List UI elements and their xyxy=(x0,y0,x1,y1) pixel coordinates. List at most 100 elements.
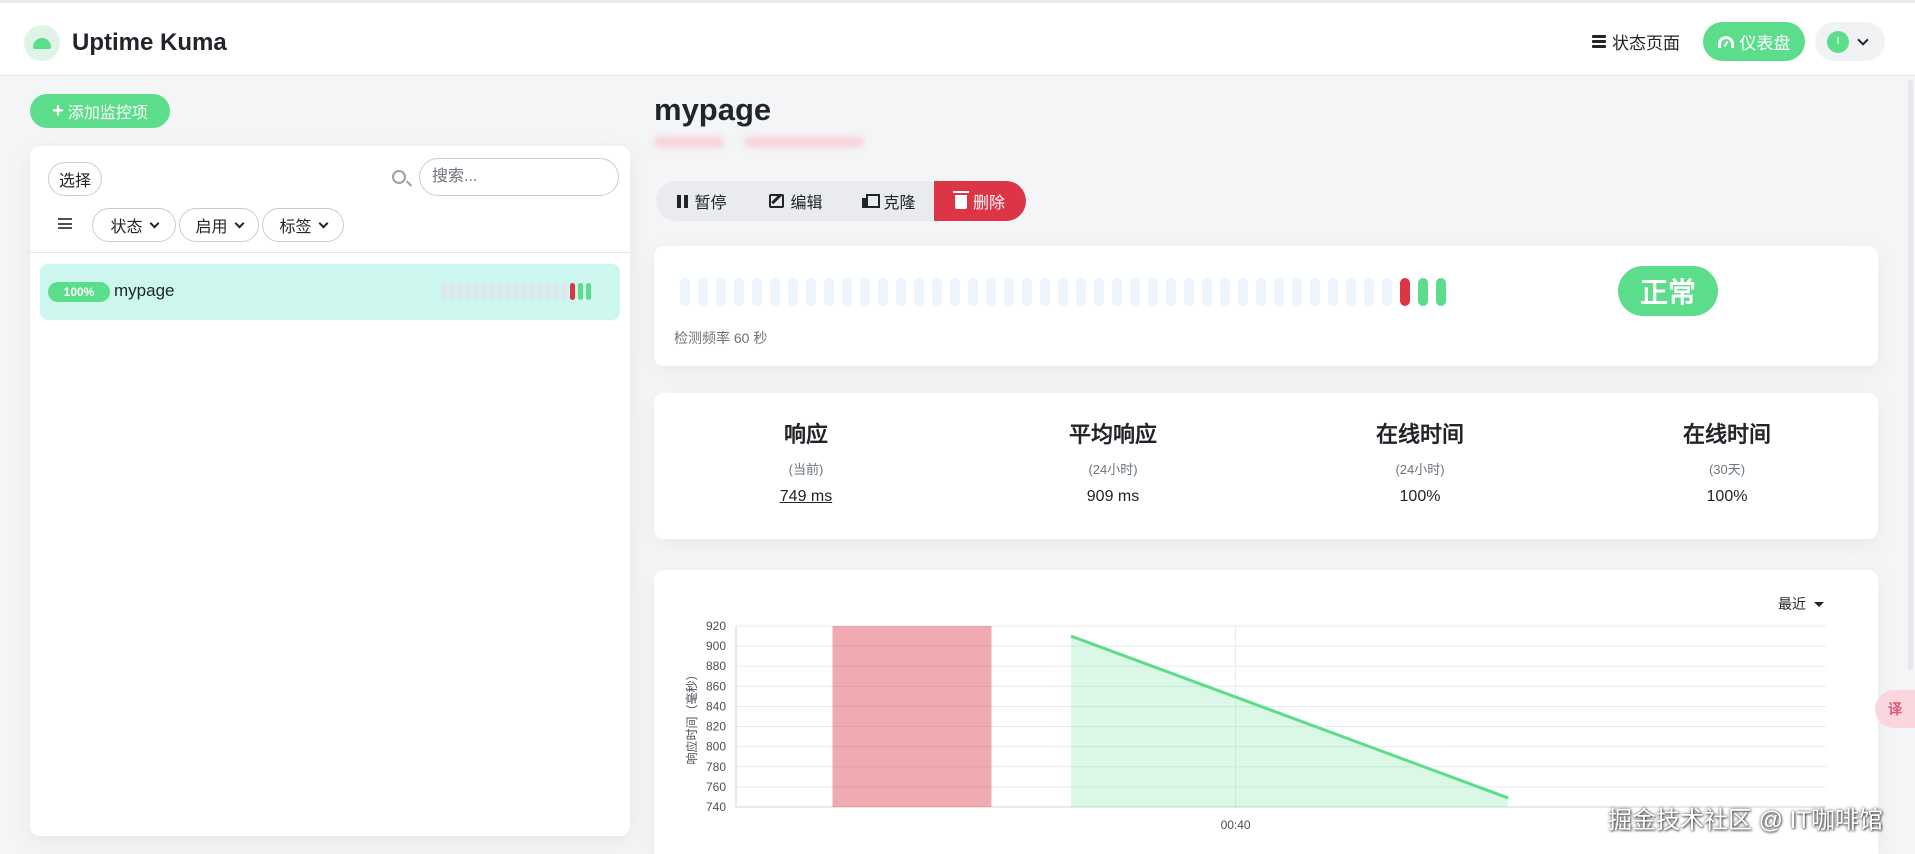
beat-empty xyxy=(546,283,551,300)
filter-active-dropdown[interactable]: 启用 xyxy=(179,208,259,242)
stats-card: 响应 (当前) 749 ms 平均响应 (24小时) 909 ms 在线时间 (… xyxy=(654,393,1878,539)
list-icon xyxy=(1592,35,1606,48)
scrollbar[interactable] xyxy=(1908,80,1913,670)
beat-empty xyxy=(1130,278,1140,306)
beat-empty xyxy=(698,278,708,306)
filter-status-dropdown[interactable]: 状态 xyxy=(92,208,176,242)
beat-empty xyxy=(1364,278,1374,306)
monitor-list-item[interactable]: 100% mypage xyxy=(40,264,620,320)
beat-empty xyxy=(482,283,487,300)
gauge-icon xyxy=(1717,35,1734,48)
beat-up xyxy=(1418,278,1428,306)
beat-empty xyxy=(932,278,942,306)
monitor-action-bar: 暂停 编辑 克隆 删除 xyxy=(656,181,1026,221)
beat-empty xyxy=(554,283,559,300)
stat-value: 909 ms xyxy=(1086,488,1140,505)
beat-empty xyxy=(1220,278,1230,306)
filter-status-label: 状态 xyxy=(110,219,143,236)
stat-uptime-30d: 在线时间 (30天) 100% xyxy=(1617,417,1837,506)
stat-title: 在线时间 xyxy=(1375,422,1464,447)
add-monitor-button[interactable]: + 添加监控项 xyxy=(30,94,170,128)
beat-empty xyxy=(530,283,535,300)
beat-empty xyxy=(1166,278,1176,306)
beat-empty xyxy=(1202,278,1212,306)
beat-empty xyxy=(1148,278,1158,306)
search-input[interactable] xyxy=(419,158,619,196)
profile-dropdown[interactable]: I xyxy=(1815,22,1885,61)
down-region xyxy=(832,626,992,807)
page-title: mypage xyxy=(654,92,772,127)
y-tick-label: 780 xyxy=(706,760,726,774)
filter-active-label: 启用 xyxy=(195,219,228,236)
beat-empty xyxy=(1022,278,1032,306)
beat-empty xyxy=(1112,278,1122,306)
x-tick-label: 00:40 xyxy=(1221,818,1251,832)
status-page-link[interactable]: 状态页面 xyxy=(1592,29,1680,54)
translate-icon[interactable]: 译 xyxy=(1875,690,1915,728)
beat-empty xyxy=(562,283,567,300)
avatar: I xyxy=(1827,30,1849,53)
redacted-text xyxy=(654,136,724,148)
stat-subtitle: (24小时) xyxy=(1088,462,1138,477)
edit-icon xyxy=(769,194,785,208)
beat-empty xyxy=(716,278,726,306)
beat-empty xyxy=(842,278,852,306)
beat-up xyxy=(578,283,583,300)
uptime-kuma-logo-icon[interactable] xyxy=(24,25,60,61)
beat-empty xyxy=(498,283,503,300)
delete-button[interactable]: 删除 xyxy=(934,181,1026,221)
beat-empty xyxy=(1184,278,1194,306)
clone-icon xyxy=(862,193,881,209)
top-navbar: Uptime Kuma 状态页面 仪表盘 I xyxy=(0,0,1915,76)
edit-label: 编辑 xyxy=(790,195,823,212)
delete-label: 删除 xyxy=(972,195,1005,212)
beat-empty xyxy=(986,278,996,306)
stat-subtitle: (当前) xyxy=(788,462,824,477)
dashboard-button[interactable]: 仪表盘 xyxy=(1703,22,1805,61)
edit-button[interactable]: 编辑 xyxy=(748,181,844,221)
stat-value: 100% xyxy=(1399,488,1441,505)
beat-down xyxy=(570,283,575,300)
beat-empty xyxy=(1310,278,1320,306)
filter-tags-label: 标签 xyxy=(279,219,312,236)
stat-response-current: 响应 (当前) 749 ms xyxy=(696,417,916,506)
beat-empty xyxy=(1346,278,1356,306)
beat-empty xyxy=(806,278,816,306)
clone-button[interactable]: 克隆 xyxy=(844,181,934,221)
beat-empty xyxy=(1004,278,1014,306)
beat-empty xyxy=(896,278,906,306)
beat-empty xyxy=(514,283,519,300)
status-page-label: 状态页面 xyxy=(1612,34,1680,53)
stat-title: 在线时间 xyxy=(1682,422,1771,447)
stat-subtitle: (24小时) xyxy=(1395,462,1445,477)
search-icon xyxy=(392,170,406,184)
beat-empty xyxy=(458,283,463,300)
y-tick-label: 880 xyxy=(706,659,726,673)
stat-value-link[interactable]: 749 ms xyxy=(696,488,916,506)
chevron-down-icon xyxy=(1857,33,1869,46)
beat-empty xyxy=(1274,278,1284,306)
pause-button[interactable]: 暂停 xyxy=(656,181,748,221)
beat-empty xyxy=(490,283,495,300)
beat-empty xyxy=(824,278,834,306)
pause-label: 暂停 xyxy=(694,195,727,212)
filter-tags-dropdown[interactable]: 标签 xyxy=(262,208,344,242)
beat-empty xyxy=(752,278,762,306)
y-tick-label: 840 xyxy=(706,699,726,713)
y-tick-label: 800 xyxy=(706,740,726,754)
clone-label: 克隆 xyxy=(883,195,916,212)
y-tick-label: 860 xyxy=(706,679,726,693)
beat-empty xyxy=(1382,278,1392,306)
y-tick-label: 760 xyxy=(706,780,726,794)
stat-avg-response: 平均响应 (24小时) 909 ms xyxy=(1003,417,1223,506)
mini-heartbeat-bar xyxy=(442,283,591,300)
app-title[interactable]: Uptime Kuma xyxy=(72,29,227,57)
redacted-text xyxy=(744,136,864,148)
beat-empty xyxy=(788,278,798,306)
filter-menu-icon[interactable] xyxy=(58,218,72,229)
trash-icon xyxy=(952,191,969,209)
beat-up xyxy=(586,283,591,300)
heartbeat-bar xyxy=(680,278,1446,306)
select-button[interactable]: 选择 xyxy=(48,162,102,196)
divider xyxy=(30,252,630,253)
